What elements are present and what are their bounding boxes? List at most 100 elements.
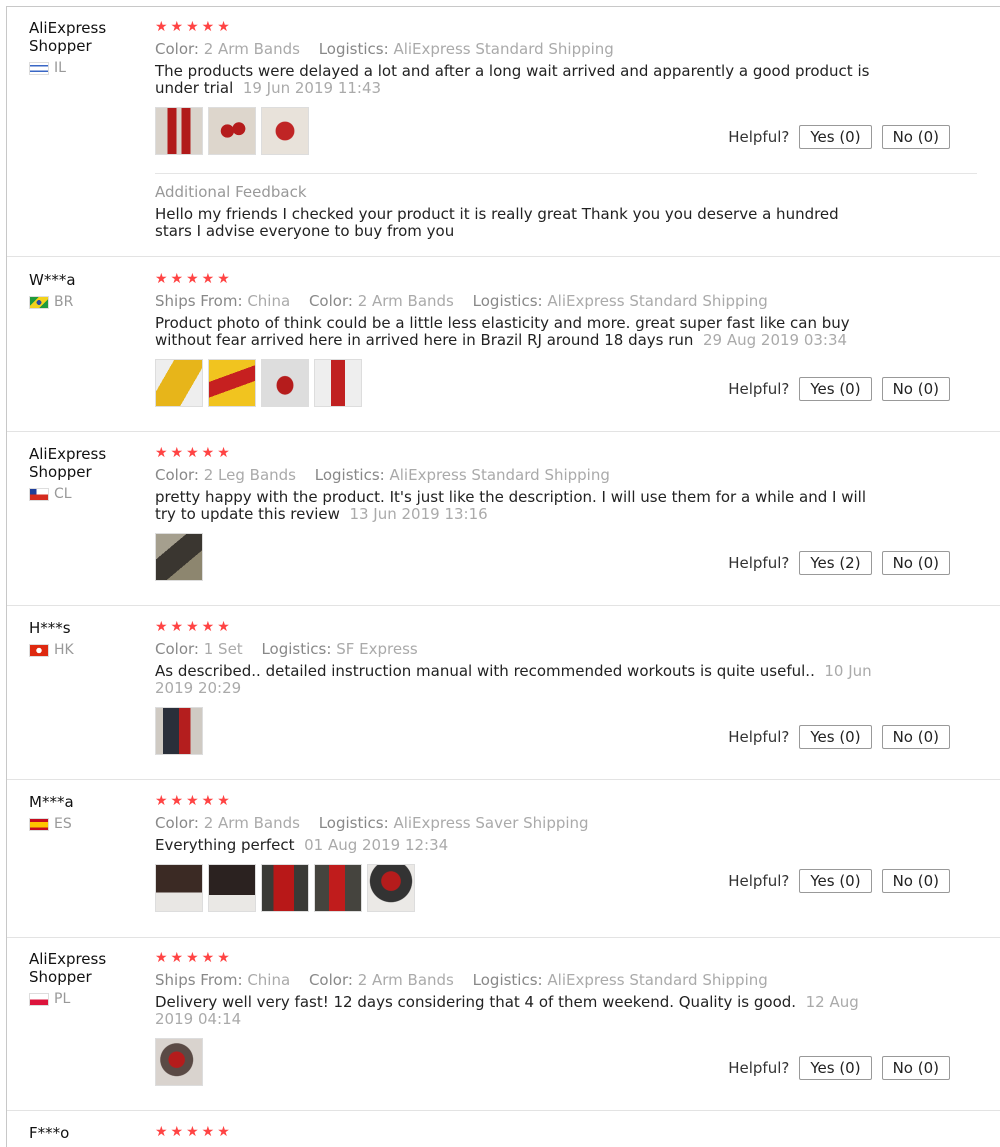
reviewer-country: PL	[29, 991, 129, 1007]
reviewer-name: H***s	[29, 619, 71, 637]
review-date: 01 Aug 2019 12:34	[304, 836, 449, 854]
review-divider	[7, 779, 1000, 780]
reviews-panel: AliExpress Shopper IL ★★★★★ Color: 2 Arm …	[6, 6, 1000, 1147]
review-text: As described.. detailed instruction manu…	[155, 662, 872, 697]
reviewer-country: IL	[29, 60, 129, 76]
review-meta: Color: 2 Leg Bands Logistics: AliExpress…	[155, 466, 610, 484]
review-text: Everything perfect 01 Aug 2019 12:34	[155, 836, 449, 854]
helpful-vote: Helpful? Yes (0) No (0)	[728, 725, 950, 749]
review-date: 19 Jun 2019 11:43	[242, 79, 382, 97]
review-meta: Ships From: China Color: 2 Arm Bands Log…	[155, 292, 768, 310]
review-photo[interactable]	[208, 864, 256, 912]
reviewer-country: CL	[29, 486, 129, 502]
reviewer-info: AliExpress Shopper CL	[29, 445, 129, 502]
review-divider	[7, 937, 1000, 938]
review-photo[interactable]	[367, 864, 415, 912]
helpful-yes-button[interactable]: Yes (0)	[799, 869, 872, 893]
reviewer-name: W***a	[29, 271, 76, 289]
reviewer-country: BR	[29, 294, 129, 310]
review-content: ★★★★★ Color: 2 Arm Bands Logistics: AliE…	[155, 793, 977, 914]
helpful-no-button[interactable]: No (0)	[881, 377, 950, 401]
reviewer-info: F***o	[29, 1124, 129, 1142]
star-rating: ★★★★★	[155, 271, 233, 287]
review-photo[interactable]	[155, 359, 203, 407]
reviewer-info: H***s HK	[29, 619, 129, 658]
reviewer-name: AliExpress Shopper	[29, 950, 107, 986]
review-photo[interactable]	[261, 864, 309, 912]
star-rating: ★★★★★	[155, 19, 233, 35]
flag-pl-icon	[29, 992, 49, 1006]
helpful-no-button[interactable]: No (0)	[881, 1056, 950, 1080]
review-photo[interactable]	[155, 864, 203, 912]
feedback-divider	[155, 173, 977, 174]
review-content: ★★★★★ Ships From: China Color: 2 Arm Ban…	[155, 950, 977, 1088]
helpful-vote: Helpful? Yes (0) No (0)	[728, 125, 950, 149]
review-content: ★★★★★ Color: 2 Leg Bands Logistics: AliE…	[155, 445, 977, 583]
helpful-no-button[interactable]: No (0)	[881, 125, 950, 149]
reviewer-name: AliExpress Shopper	[29, 19, 107, 55]
helpful-vote: Helpful? Yes (0) No (0)	[728, 377, 950, 401]
star-rating: ★★★★★	[155, 950, 233, 966]
review-photo[interactable]	[155, 707, 203, 755]
review-photo[interactable]	[261, 359, 309, 407]
flag-br-icon	[29, 295, 49, 309]
review-photo[interactable]	[208, 107, 256, 155]
additional-feedback-text: Hello my friends I checked your product …	[155, 205, 839, 240]
helpful-yes-button[interactable]: Yes (0)	[799, 377, 872, 401]
additional-feedback-label: Additional Feedback	[155, 183, 307, 201]
review-meta: Color: 2 Arm Bands Logistics: AliExpress…	[155, 814, 589, 832]
review-divider	[7, 256, 1000, 257]
helpful-vote: Helpful? Yes (2) No (0)	[728, 551, 950, 575]
reviewer-name: AliExpress Shopper	[29, 445, 107, 481]
helpful-yes-button[interactable]: Yes (0)	[799, 725, 872, 749]
star-rating: ★★★★★	[155, 619, 233, 635]
helpful-no-button[interactable]: No (0)	[881, 551, 950, 575]
helpful-vote: Helpful? Yes (0) No (0)	[728, 869, 950, 893]
star-rating: ★★★★★	[155, 1124, 233, 1140]
reviewer-country: ES	[29, 816, 129, 832]
review-date: 29 Aug 2019 03:34	[702, 331, 848, 349]
review-divider	[7, 431, 1000, 432]
reviewer-country: HK	[29, 642, 129, 658]
reviewer-name: M***a	[29, 793, 74, 811]
review-divider	[7, 605, 1000, 606]
flag-es-icon	[29, 817, 49, 831]
helpful-no-button[interactable]: No (0)	[881, 869, 950, 893]
star-rating: ★★★★★	[155, 793, 233, 809]
review-photo[interactable]	[261, 107, 309, 155]
review-text: pretty happy with the product. It's just…	[155, 488, 866, 523]
helpful-no-button[interactable]: No (0)	[881, 725, 950, 749]
helpful-yes-button[interactable]: Yes (0)	[799, 125, 872, 149]
review-content: ★★★★★ Color: 1 Set Logistics: SF Express…	[155, 619, 977, 757]
helpful-vote: Helpful? Yes (0) No (0)	[728, 1056, 950, 1080]
flag-cl-icon	[29, 487, 49, 501]
reviewer-info: W***a BR	[29, 271, 129, 310]
reviewer-info: AliExpress Shopper IL	[29, 19, 129, 76]
reviewer-name: F***o	[29, 1124, 70, 1142]
review-photo[interactable]	[314, 359, 362, 407]
flag-il-icon	[29, 61, 49, 75]
review-date: 13 Jun 2019 13:16	[349, 505, 488, 523]
review-photo[interactable]	[314, 864, 362, 912]
helpful-yes-button[interactable]: Yes (0)	[799, 1056, 872, 1080]
review-divider	[7, 1110, 1000, 1111]
helpful-yes-button[interactable]: Yes (2)	[799, 551, 872, 575]
review-photo[interactable]	[155, 1038, 203, 1086]
review-meta: Color: 1 Set Logistics: SF Express	[155, 640, 418, 658]
review-content: ★★★★★ Ships From: China Color: 2 Arm Ban…	[155, 271, 977, 409]
flag-hk-icon	[29, 643, 49, 657]
review-photo[interactable]	[155, 533, 203, 581]
review-text: Delivery well very fast! 12 days conside…	[155, 993, 859, 1028]
review-meta: Ships From: China Color: 2 Arm Bands Log…	[155, 971, 768, 989]
review-photo[interactable]	[155, 107, 203, 155]
reviewer-info: AliExpress Shopper PL	[29, 950, 129, 1007]
review-meta: Color: 2 Arm Bands Logistics: AliExpress…	[155, 40, 614, 58]
review-text: The products were delayed a lot and afte…	[155, 62, 870, 97]
review-photo[interactable]	[208, 359, 256, 407]
additional-feedback: Additional Feedback Hello my friends I c…	[155, 183, 977, 240]
reviewer-info: M***a ES	[29, 793, 129, 832]
review-content: ★★★★★ Color: 2 Arm Bands Logistics: AliE…	[155, 19, 977, 157]
review-content: ★★★★★	[155, 1124, 977, 1140]
review-text: Product photo of think could be a little…	[155, 314, 850, 349]
star-rating: ★★★★★	[155, 445, 233, 461]
